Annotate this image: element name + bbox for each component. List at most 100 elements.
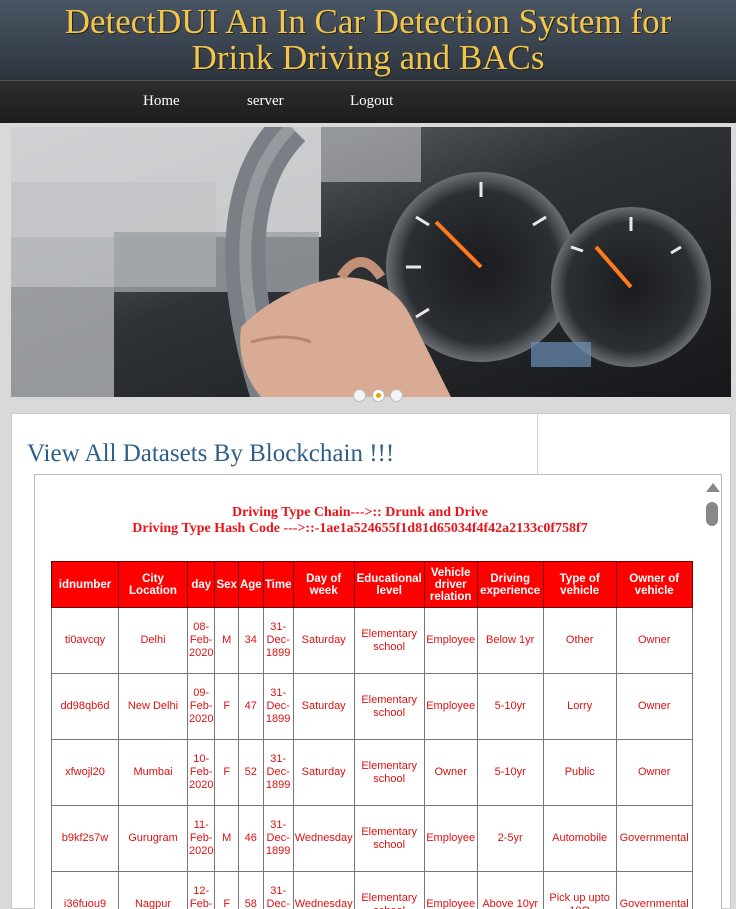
nav-logout-link[interactable]: Logout (350, 93, 393, 110)
cell-sex: F (214, 871, 239, 909)
slider-dot-2[interactable] (372, 389, 385, 402)
table-row: dd98qb6d New Delhi 09-Feb-2020 F 47 31-D… (51, 673, 693, 740)
cell-sex: F (214, 739, 239, 806)
table-row: xfwojl20 Mumbai 10-Feb-2020 F 52 31-Dec-… (51, 739, 693, 806)
scroll-thumb[interactable] (706, 502, 718, 526)
cell-relation: Employee (423, 805, 478, 872)
cell-time: 31-Dec-1899 (262, 739, 294, 806)
cell-relation: Employee (423, 871, 478, 909)
nav-home-link[interactable]: Home (143, 93, 180, 110)
banner-image-steering-wheel (11, 127, 731, 397)
banner-illustration (11, 127, 731, 397)
page-heading: View All Datasets By Blockchain !!! (27, 440, 395, 467)
cell-day-of-week: Saturday (292, 607, 355, 674)
col-header-day-of-week: Day of week (292, 561, 355, 608)
main-nav: Home server Logout (0, 80, 736, 123)
cell-day: 10-Feb-2020 (186, 739, 216, 806)
frame-scrollbar[interactable] (701, 475, 721, 909)
cell-day: 08-Feb-2020 (186, 607, 216, 674)
chain-info: Driving Type Chain--->:: Drunk and Drive… (35, 505, 685, 537)
cell-sex: F (214, 673, 239, 740)
cell-education: Elementary school (353, 739, 425, 806)
divider (537, 414, 538, 476)
cell-vehicle-type: Public (542, 739, 617, 806)
chain-hash-text: Driving Type Hash Code --->::-1ae1a52465… (132, 521, 588, 536)
cell-education: Elementary school (353, 607, 425, 674)
cell-sex: M (214, 607, 239, 674)
cell-relation: Employee (423, 673, 478, 740)
col-header-owner-of-vehicle: Owner of vehicle (615, 561, 693, 608)
cell-city: New Delhi (118, 673, 188, 740)
cell-day-of-week: Saturday (292, 673, 355, 740)
slider-dot-1[interactable] (353, 389, 366, 402)
cell-vehicle-type: Lorry (542, 673, 617, 740)
cell-owner: Governmental (615, 805, 693, 872)
nav-server-link[interactable]: server (247, 93, 284, 110)
cell-day: 09-Feb-2020 (186, 673, 216, 740)
table-row: i36fuou9 Nagpur 12-Feb-2020 F 58 31-Dec-… (51, 871, 693, 909)
table-row: ti0avcqy Delhi 08-Feb-2020 M 34 31-Dec-1… (51, 607, 693, 674)
cell-city: Nagpur (118, 871, 188, 909)
cell-time: 31-Dec-1899 (262, 805, 294, 872)
site-title-line1: DetectDUI An In Car Detection System for (64, 2, 672, 41)
cell-vehicle-type: Automobile (542, 805, 617, 872)
cell-vehicle-type: Pick up upto 10Q (542, 871, 617, 909)
cell-education: Elementary school (353, 805, 425, 872)
cell-idnumber: b9kf2s7w (51, 805, 119, 872)
cell-time: 31-Dec-1899 (262, 607, 294, 674)
cell-idnumber: i36fuou9 (51, 871, 119, 909)
cell-experience: 5-10yr (476, 673, 544, 740)
cell-age: 58 (237, 871, 264, 909)
col-header-driving-experience: Driving experience (476, 561, 544, 608)
cell-time: 31-Dec-1899 (262, 673, 294, 740)
cell-owner: Owner (615, 607, 693, 674)
col-header-vehicle-driver-relation: Vehicle driver relation (423, 561, 478, 608)
cell-sex: M (214, 805, 239, 872)
site-title-line2: Drink Driving and BACs (191, 38, 545, 77)
col-header-idnumber: idnumber (51, 561, 119, 608)
cell-idnumber: xfwojl20 (51, 739, 119, 806)
table-row: b9kf2s7w Gurugram 11-Feb-2020 M 46 31-De… (51, 805, 693, 872)
col-header-time: Time (262, 561, 294, 608)
cell-day: 12-Feb-2020 (186, 871, 216, 909)
slider-dot-3[interactable] (390, 389, 403, 402)
cell-experience: 2-5yr (476, 805, 544, 872)
cell-experience: Below 1yr (476, 607, 544, 674)
cell-relation: Owner (423, 739, 478, 806)
cell-education: Elementary school (353, 871, 425, 909)
cell-day: 11-Feb-2020 (186, 805, 216, 872)
cell-day-of-week: Wednesday (292, 871, 355, 909)
cell-age: 47 (237, 673, 264, 740)
cell-age: 46 (237, 805, 264, 872)
cell-idnumber: ti0avcqy (51, 607, 119, 674)
cell-day-of-week: Saturday (292, 739, 355, 806)
cell-time: 31-Dec-1899 (262, 871, 294, 909)
cell-city: Gurugram (118, 805, 188, 872)
cell-vehicle-type: Other (542, 607, 617, 674)
cell-idnumber: dd98qb6d (51, 673, 119, 740)
cell-day-of-week: Wednesday (292, 805, 355, 872)
cell-relation: Employee (423, 607, 478, 674)
scroll-up-arrow-icon[interactable] (706, 483, 720, 492)
content-panel: View All Datasets By Blockchain !!! Driv… (11, 413, 731, 909)
site-title: DetectDUI An In Car Detection System for… (0, 0, 736, 76)
cell-owner: Owner (615, 739, 693, 806)
chain-type-text: Driving Type Chain--->:: Drunk and Drive (232, 505, 488, 520)
col-header-age: Age (237, 561, 264, 608)
cell-city: Mumbai (118, 739, 188, 806)
cell-experience: Above 10yr (476, 871, 544, 909)
cell-education: Elementary school (353, 673, 425, 740)
cell-owner: Owner (615, 673, 693, 740)
cell-age: 52 (237, 739, 264, 806)
dataset-frame[interactable]: Driving Type Chain--->:: Drunk and Drive… (34, 474, 722, 909)
cell-city: Delhi (118, 607, 188, 674)
col-header-educational-level: Educational level (353, 561, 425, 608)
col-header-city-location: City Location (118, 561, 188, 608)
cell-owner: Governmental (615, 871, 693, 909)
col-header-day: day (186, 561, 216, 608)
dataset-table: idnumber City Location day Sex Age Time … (51, 561, 693, 909)
cell-experience: 5-10yr (476, 739, 544, 806)
col-header-sex: Sex (214, 561, 239, 608)
site-header: DetectDUI An In Car Detection System for… (0, 0, 736, 80)
cell-age: 34 (237, 607, 264, 674)
